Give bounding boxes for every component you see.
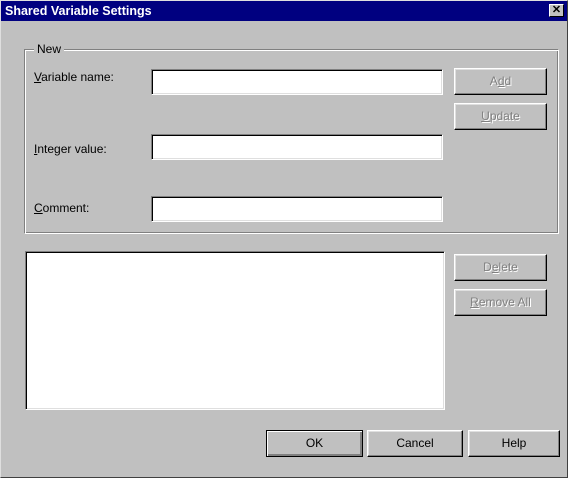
- variable-name-field[interactable]: [151, 69, 443, 95]
- comment-label: Comment:: [34, 201, 90, 215]
- title-bar[interactable]: Shared Variable Settings ✕: [1, 1, 567, 21]
- close-icon[interactable]: ✕: [549, 4, 564, 17]
- cancel-button[interactable]: Cancel: [367, 430, 463, 457]
- dialog-window: Shared Variable Settings ✕ New Variable …: [0, 0, 568, 478]
- variable-name-label: Variable name:: [34, 70, 114, 84]
- ok-button[interactable]: OK: [266, 430, 363, 457]
- integer-value-input[interactable]: [152, 135, 442, 159]
- new-group-legend: New: [34, 42, 65, 56]
- integer-value-field[interactable]: [151, 134, 443, 160]
- comment-input[interactable]: [152, 197, 442, 221]
- delete-button[interactable]: Delete: [454, 254, 547, 281]
- integer-value-label: Integer value:: [34, 142, 107, 156]
- update-button[interactable]: Update: [454, 103, 547, 130]
- comment-field[interactable]: [151, 196, 443, 222]
- variables-listbox[interactable]: [25, 251, 445, 410]
- add-button[interactable]: Add: [454, 68, 547, 95]
- help-button[interactable]: Help: [468, 430, 560, 457]
- remove-all-button[interactable]: Remove All: [454, 289, 547, 316]
- window-title: Shared Variable Settings: [5, 4, 152, 18]
- variable-name-input[interactable]: [152, 70, 442, 94]
